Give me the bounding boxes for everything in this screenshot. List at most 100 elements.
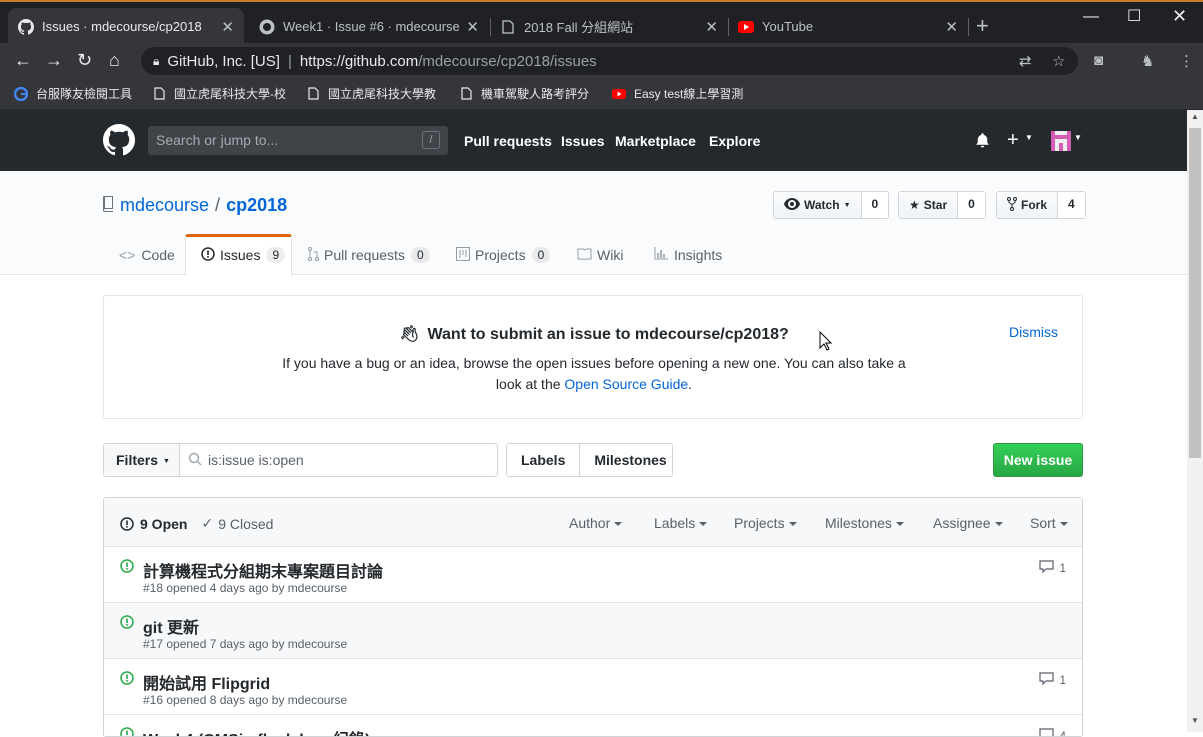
open-source-guide-link[interactable]: Open Source Guide [564,376,688,392]
comment-icon [1039,560,1054,576]
reload-icon[interactable]: ↻ [77,51,92,69]
issue-row[interactable]: 開始試用 Flipgrid #16 opened 8 days ago by m… [104,659,1082,715]
back-icon[interactable]: ← [14,51,32,69]
repo-owner-link[interactable]: mdecourse [120,195,209,216]
forward-icon[interactable]: → [45,51,63,69]
home-icon[interactable]: ⌂ [109,51,120,69]
labels-button[interactable]: Labels [507,444,581,476]
new-issue-button[interactable]: New issue [993,443,1083,477]
star-button-group: ★ Star 0 [898,191,986,219]
issue-states: 9 Open ✓ 9 Closed [120,515,273,532]
bookmark-label: 國立虎尾科技大學-校 [174,87,286,101]
closed-issues-link[interactable]: ✓ 9 Closed [201,515,273,532]
close-icon[interactable]: ✕ [945,18,958,36]
watch-button[interactable]: Watch ▼ [774,192,862,218]
tab-code[interactable]: <> Code [119,235,175,275]
tab-title: Week1 · Issue #6 · mdecourse/c [283,19,461,34]
browser-tab-youtube[interactable]: YouTube ✕ [728,8,968,45]
browser-tab-group-site[interactable]: 2018 Fall 分組網站 ✕ [490,8,728,45]
open-issues-link[interactable]: 9 Open [120,516,187,532]
assignee-filter[interactable]: Assignee [933,515,1003,531]
issue-comments-link[interactable]: 1 [1039,560,1066,576]
eye-icon [784,197,800,213]
github-header: Search or jump to... / Pull requests Iss… [0,110,1187,171]
maximize-icon[interactable]: ☐ [1127,6,1141,26]
repo-name-link[interactable]: cp2018 [226,195,287,216]
translate-icon[interactable]: ⇄ [1019,52,1032,70]
github-search-input[interactable]: Search or jump to... / [148,126,448,155]
github-icon [259,19,275,35]
tab-insights[interactable]: Insights [654,235,722,275]
chevron-down-icon: ▼ [843,201,851,209]
close-icon[interactable]: ✕ [466,18,479,36]
issue-opened-icon [120,671,134,688]
browser-tab-issues[interactable]: Issues · mdecourse/cp2018 ✕ [8,8,244,45]
sort-filter[interactable]: Sort [1030,515,1068,531]
bookmark-item[interactable]: Easy test線上學習測 [612,85,743,102]
star-count[interactable]: 0 [958,192,985,218]
fork-label: Fork [1021,198,1048,212]
github-logo-icon[interactable] [103,124,135,156]
minimize-icon[interactable]: — [1083,8,1099,26]
new-tab-icon[interactable]: + [976,15,989,37]
page-icon [152,87,166,101]
browser-tab-week1[interactable]: Week1 · Issue #6 · mdecourse/c ✕ [249,8,489,45]
address-bar[interactable]: 🔒︎ GitHub, Inc. [US] | https://github.co… [141,47,1078,75]
scroll-up-icon[interactable]: ▲ [1191,112,1199,121]
bookmark-label: 機車駕駛人路考評分 [481,87,590,101]
issue-list: 9 Open ✓ 9 Closed Author Labels Projects… [103,497,1083,737]
page-scrollbar[interactable]: ▲ ▼ [1187,110,1203,732]
star-bookmark-icon[interactable]: ☆ [1052,52,1065,70]
issue-comments-link[interactable]: 4 [1039,728,1066,736]
labels-filter[interactable]: Labels [654,515,707,531]
close-icon[interactable]: ✕ [705,18,718,36]
nav-pull-requests[interactable]: Pull requests [464,133,552,149]
tab-pull-requests[interactable]: Pull requests 0 [308,235,430,275]
nav-marketplace[interactable]: Marketplace [615,133,696,149]
bookmark-item[interactable]: 機車駕駛人路考評分 [459,85,589,102]
milestones-button[interactable]: Milestones [580,444,680,476]
bookmark-item[interactable]: 台服隊友檢閱工具 [14,85,132,102]
issue-row[interactable]: Week4 (CMSimfly debug 紀錄) 4 [104,715,1082,736]
author-filter[interactable]: Author [569,515,622,531]
mouse-cursor-icon [819,331,833,351]
nav-explore[interactable]: Explore [709,133,760,149]
nav-issues[interactable]: Issues [561,133,605,149]
issue-title-link[interactable]: 計算機程式分組期末專案題目討論 [143,558,383,582]
issue-meta: #18 opened 4 days ago by mdecourse [143,581,348,595]
issue-title-link[interactable]: 開始試用 Flipgrid [143,670,270,694]
scroll-down-icon[interactable]: ▼ [1191,716,1199,725]
close-icon[interactable]: ✕ [221,18,234,36]
dismiss-link[interactable]: Dismiss [1009,324,1058,340]
issue-opened-icon [120,559,134,576]
tab-projects[interactable]: Projects 0 [456,235,551,275]
avatar[interactable] [1051,131,1071,154]
issues-search-input[interactable]: is:issue is:open [180,444,497,476]
bookmark-item[interactable]: 國立虎尾科技大學教 [306,85,436,102]
tab-wiki[interactable]: Wiki [577,235,623,275]
tab-projects-label: Projects [475,247,526,263]
fork-count[interactable]: 4 [1058,192,1085,218]
search-shortcut-key: / [422,131,440,149]
bookmark-item[interactable]: 國立虎尾科技大學-校 [152,85,286,102]
tab-issues[interactable]: Issues 9 [201,235,286,275]
issue-comments-link[interactable]: 1 [1039,672,1066,688]
fork-button[interactable]: Fork [997,192,1059,218]
star-button[interactable]: ★ Star [899,192,959,218]
issue-row[interactable]: git 更新 #17 opened 7 days ago by mdecours… [104,603,1082,659]
incognito-icon[interactable]: ♞ [1141,52,1154,70]
tab-title: 2018 Fall 分組網站 [524,20,634,35]
extension-icon[interactable]: ◙ [1094,52,1103,69]
issue-title-link[interactable]: git 更新 [143,614,199,638]
scrollbar-thumb[interactable] [1189,128,1201,458]
book-icon [577,247,592,263]
filters-button[interactable]: Filters ▼ [104,444,180,476]
bell-icon[interactable] [975,132,990,152]
projects-filter[interactable]: Projects [734,515,797,531]
window-close-icon[interactable]: ✕ [1172,6,1187,27]
issue-row[interactable]: 計算機程式分組期末專案題目討論 #18 opened 4 days ago by… [104,547,1082,603]
menu-icon[interactable]: ⋮ [1179,52,1194,70]
create-new-icon[interactable]: + [1007,129,1019,152]
watch-count[interactable]: 0 [861,192,889,218]
milestones-filter[interactable]: Milestones [825,515,904,531]
